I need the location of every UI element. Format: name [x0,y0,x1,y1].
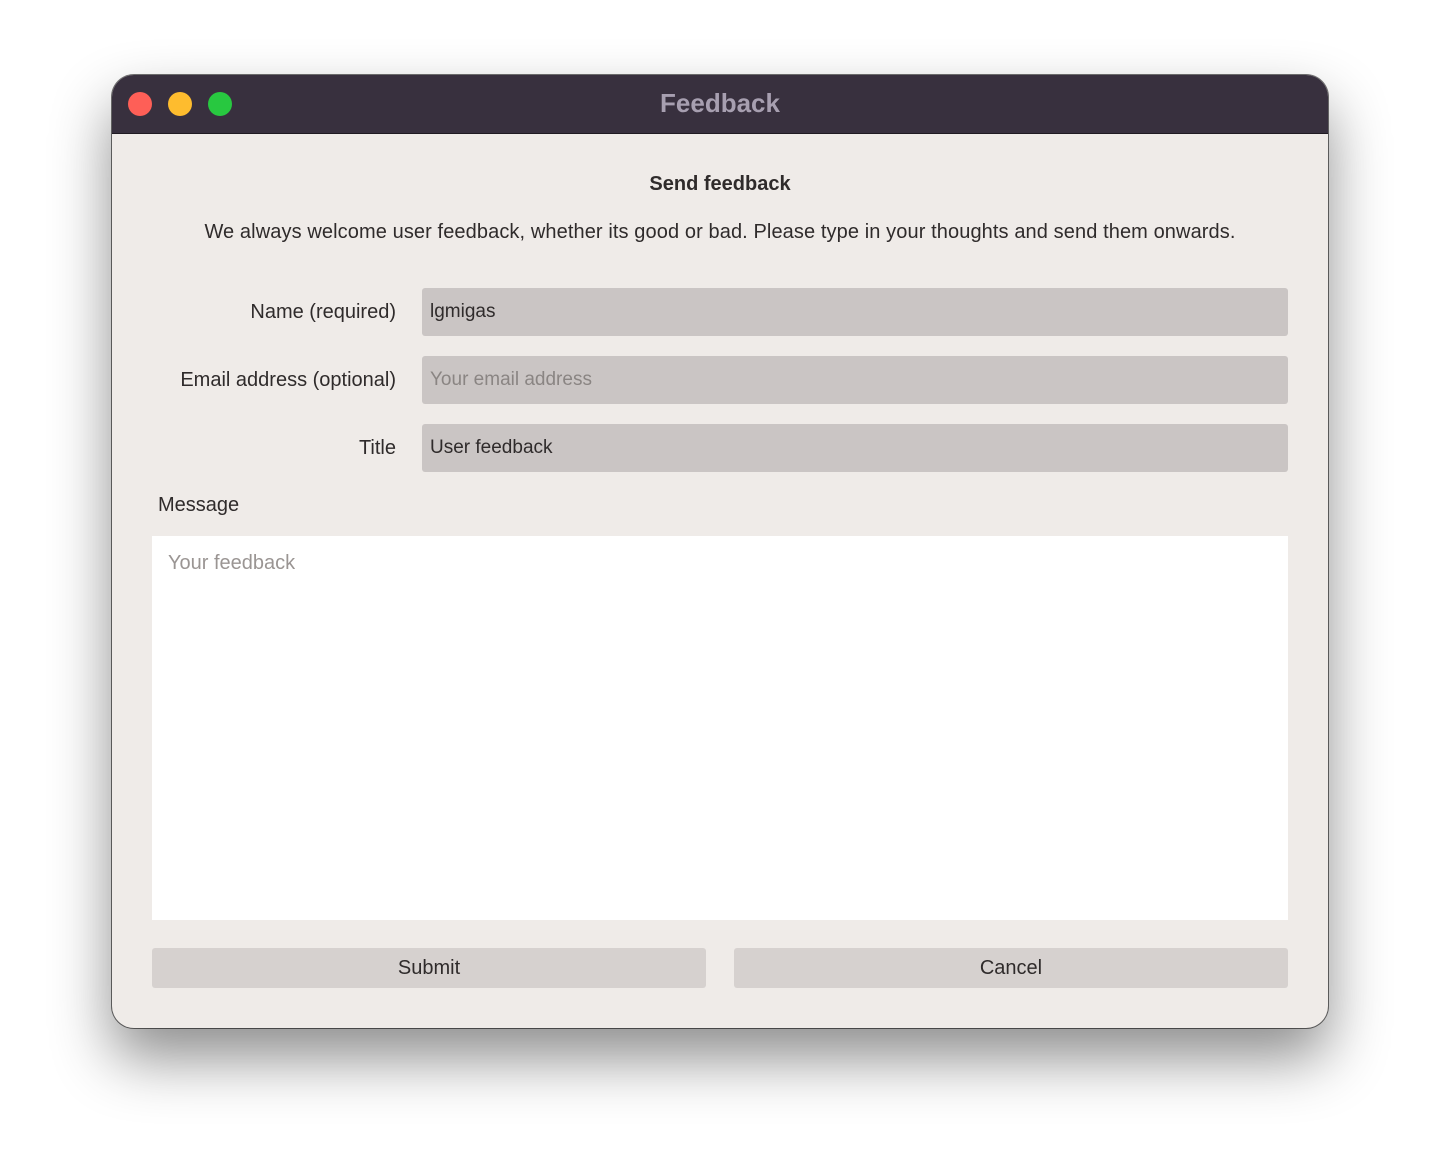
email-label: Email address (optional) [180,369,396,391]
title-input[interactable] [422,424,1288,472]
message-label: Message [158,494,240,516]
name-label: Name (required) [250,301,396,323]
window-title: Feedback [660,88,780,118]
title-label: Title [358,437,396,459]
name-input[interactable] [422,288,1288,336]
feedback-window: Feedback Send feedback We always welcome… [112,75,1328,1028]
form-heading: Send feedback [649,173,791,195]
cancel-button[interactable]: Cancel [734,948,1288,988]
title-bar[interactable]: Feedback [112,75,1328,134]
form-intro-text: We always welcome user feedback, whether… [204,221,1236,243]
email-input[interactable] [422,356,1288,404]
message-textarea[interactable] [152,536,1288,920]
submit-button[interactable]: Submit [152,948,706,988]
